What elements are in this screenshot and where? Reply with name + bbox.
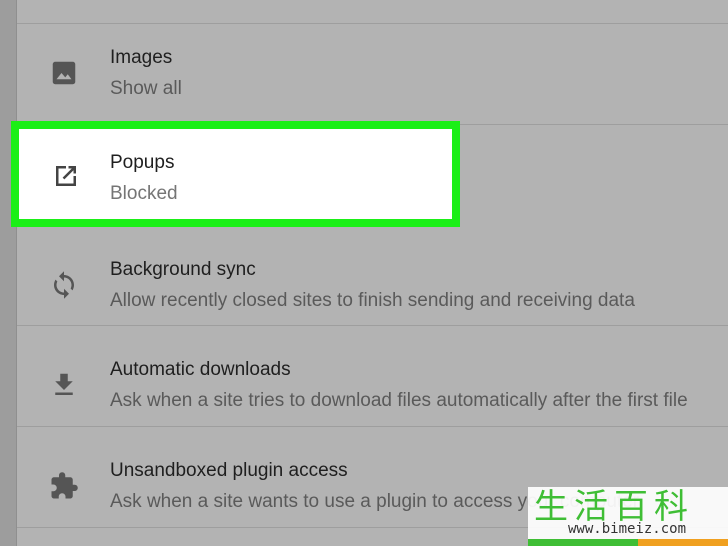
left-sidebar-edge: [0, 0, 17, 546]
watermark-bar: [528, 539, 728, 546]
download-icon: [55, 373, 73, 395]
watermark: 生活百科 www.bimeiz.com: [528, 487, 728, 546]
unsandboxed-plugin-title: Unsandboxed plugin access: [110, 460, 348, 481]
popups-title: Popups: [110, 152, 175, 173]
sync-icon: [54, 271, 74, 299]
image-icon: [52, 61, 76, 85]
settings-row-automatic-downloads[interactable]: Automatic downloads Ask when a site trie…: [17, 312, 728, 412]
background-sync-title: Background sync: [110, 259, 256, 280]
open-in-new-icon: [56, 166, 76, 186]
images-title: Images: [110, 47, 173, 68]
watermark-url: www.bimeiz.com: [568, 521, 687, 537]
automatic-downloads-subtitle: Ask when a site tries to download files …: [110, 390, 688, 411]
automatic-downloads-title: Automatic downloads: [110, 359, 291, 380]
settings-row-images[interactable]: Images Show all: [17, 0, 728, 100]
settings-row-background-sync[interactable]: Background sync Allow recently closed si…: [17, 212, 728, 312]
puzzle-icon: [51, 472, 78, 499]
background-sync-subtitle: Allow recently closed sites to finish se…: [110, 290, 635, 311]
images-subtitle: Show all: [110, 78, 182, 99]
popups-subtitle: Blocked: [110, 183, 178, 204]
